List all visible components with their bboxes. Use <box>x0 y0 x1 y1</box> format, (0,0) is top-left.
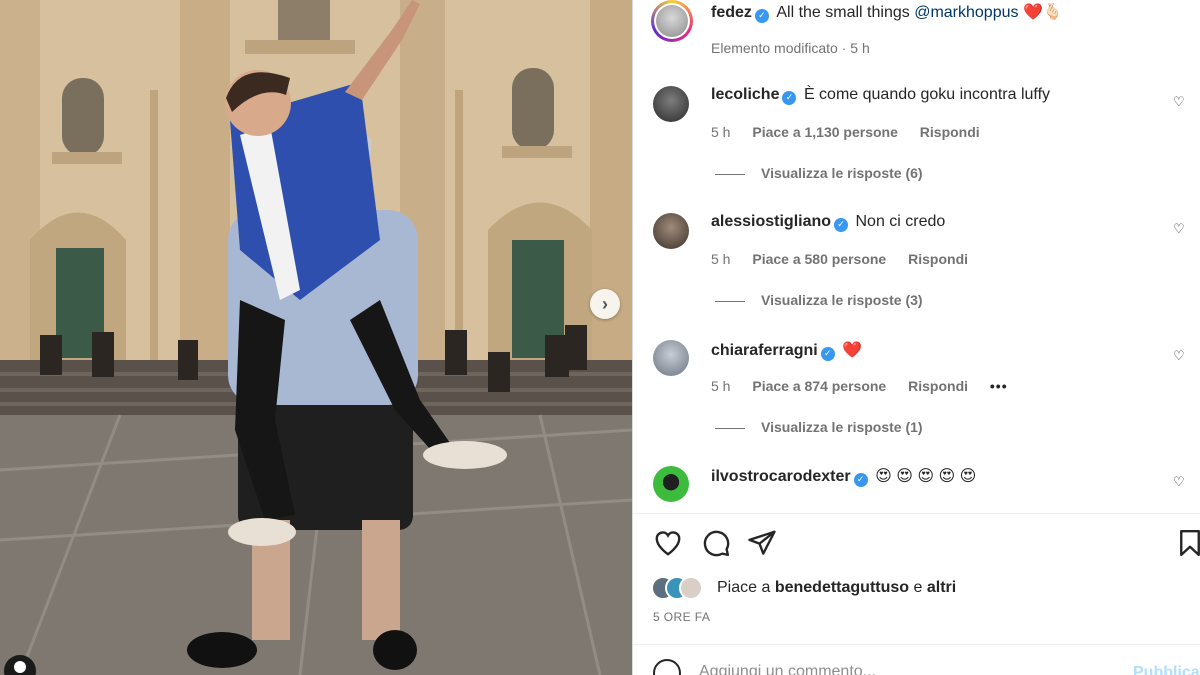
post-time-ago[interactable]: 5 ORE FA <box>653 610 710 624</box>
comment-like-heart-icon[interactable]: ♡ <box>1173 221 1185 237</box>
comment-username[interactable]: alessiostigliano <box>711 213 831 230</box>
caption-mention[interactable]: @markhoppus <box>914 4 1018 21</box>
author-avatar[interactable] <box>651 0 693 42</box>
commenter-avatar[interactable] <box>653 86 689 122</box>
verified-badge-icon: ✓ <box>754 8 769 23</box>
comment-like-heart-icon[interactable]: ♡ <box>1173 348 1185 364</box>
likes-prefix: Piace a <box>717 579 771 596</box>
verified-badge-icon: ✓ <box>820 346 835 361</box>
post-caption: fedez ✓ All the small things @markhoppus … <box>711 2 1063 23</box>
likes-user-link[interactable]: benedettaguttuso <box>775 579 909 596</box>
comment-item: chiaraferragni ✓ ❤️ 5 h Piace a 874 perso… <box>633 340 1200 465</box>
comment-likes[interactable]: Piace a 580 persone <box>752 251 886 267</box>
comment-body: lecoliche ✓ È come quando goku incontra l… <box>711 86 1050 105</box>
view-replies-button[interactable]: Visualizza le risposte (3) <box>715 292 923 308</box>
comment-time[interactable]: 5 h <box>711 251 730 267</box>
paper-plane-icon[interactable] <box>747 528 777 558</box>
commenter-avatar[interactable] <box>653 466 689 502</box>
comment-text: È come quando goku incontra luffy <box>803 86 1051 103</box>
reply-button[interactable]: Rispondi <box>908 378 968 394</box>
view-replies-label: Visualizza le risposte (3) <box>761 292 923 308</box>
comment-text: 😍 😍 😍 😍 😍 <box>875 468 977 485</box>
comment-likes[interactable]: Piace a 874 persone <box>752 378 886 394</box>
likes-text: Piace a benedettaguttuso e altri <box>717 579 956 597</box>
verified-badge-icon: ✓ <box>853 472 868 487</box>
edited-label: Elemento modificato <box>711 40 838 56</box>
comment-username[interactable]: lecoliche <box>711 86 779 103</box>
view-replies-button[interactable]: Visualizza le risposte (6) <box>715 165 923 181</box>
edited-time[interactable]: 5 h <box>850 40 869 56</box>
view-replies-button[interactable]: Visualizza le risposte (1) <box>715 419 923 435</box>
user-tag-icon <box>14 661 26 673</box>
caption-emoji: ❤️🫰🏻 <box>1022 4 1063 21</box>
comment-like-heart-icon[interactable]: ♡ <box>1173 94 1185 110</box>
comment-meta: 5 h Piace a 1,130 persone Rispondi <box>711 124 980 140</box>
comment-username[interactable]: chiaraferragni <box>711 342 818 359</box>
comment-text: Non ci credo <box>855 213 946 230</box>
commenter-avatar[interactable] <box>653 213 689 249</box>
comment-body: ilvostrocarodexter ✓ 😍 😍 😍 😍 😍 <box>711 466 976 487</box>
likes-others-link[interactable]: altri <box>927 579 956 596</box>
reply-button[interactable]: Rispondi <box>908 251 968 267</box>
comment-meta: 5 h Piace a 580 persone Rispondi <box>711 251 968 267</box>
replies-divider <box>715 427 745 429</box>
post-photo[interactable]: › <box>0 0 632 675</box>
more-options-icon[interactable]: ••• <box>990 378 1008 394</box>
carousel-next-button[interactable]: › <box>590 289 620 319</box>
comment-input[interactable] <box>699 663 1099 675</box>
caption-username[interactable]: fedez <box>711 4 752 21</box>
comment-like-heart-icon[interactable]: ♡ <box>1173 474 1185 490</box>
comment-body: chiaraferragni ✓ ❤️ <box>711 340 862 361</box>
section-divider <box>633 513 1200 514</box>
comment-item: lecoliche ✓ È come quando goku incontra l… <box>633 86 1200 211</box>
heart-icon[interactable] <box>653 528 683 558</box>
view-replies-label: Visualizza le risposte (1) <box>761 419 923 435</box>
likes-join: e <box>913 579 923 596</box>
view-replies-label: Visualizza le risposte (6) <box>761 165 923 181</box>
commenter-avatar[interactable] <box>653 340 689 376</box>
comment-likes[interactable]: Piace a 1,130 persone <box>752 124 898 140</box>
verified-badge-icon: ✓ <box>782 90 797 105</box>
liker-avatar <box>679 576 703 600</box>
comment-body: alessiostigliano ✓ Non ci credo <box>711 213 945 232</box>
comment-time[interactable]: 5 h <box>711 378 730 394</box>
caption-meta: Elemento modificato · 5 h <box>711 40 870 56</box>
comment-username[interactable]: ilvostrocarodexter <box>711 468 851 485</box>
reply-button[interactable]: Rispondi <box>920 124 980 140</box>
comment-item: alessiostigliano ✓ Non ci credo 5 h Piace… <box>633 213 1200 338</box>
comment-item: ilvostrocarodexter ✓ 😍 😍 😍 😍 😍 ♡ <box>633 466 1200 512</box>
comment-text: ❤️ <box>842 342 863 359</box>
edited-separator: · <box>841 40 847 56</box>
replies-divider <box>715 173 745 175</box>
replies-divider <box>715 300 745 302</box>
comment-meta: 5 h Piace a 874 persone Rispondi ••• <box>711 378 1026 394</box>
add-comment-bar: Pubblica <box>633 644 1200 675</box>
caption-text: All the small things <box>776 4 910 21</box>
photo-scene <box>0 0 632 675</box>
bookmark-icon[interactable] <box>1175 528 1200 558</box>
publish-button[interactable]: Pubblica <box>1133 664 1200 675</box>
post-side-panel: fedez ✓ All the small things @markhoppus … <box>632 0 1200 675</box>
smiley-icon[interactable] <box>653 659 681 675</box>
verified-badge-icon: ✓ <box>834 217 849 232</box>
chevron-right-icon: › <box>602 293 608 314</box>
comment-bubble-icon[interactable] <box>701 528 731 558</box>
comment-time[interactable]: 5 h <box>711 124 730 140</box>
